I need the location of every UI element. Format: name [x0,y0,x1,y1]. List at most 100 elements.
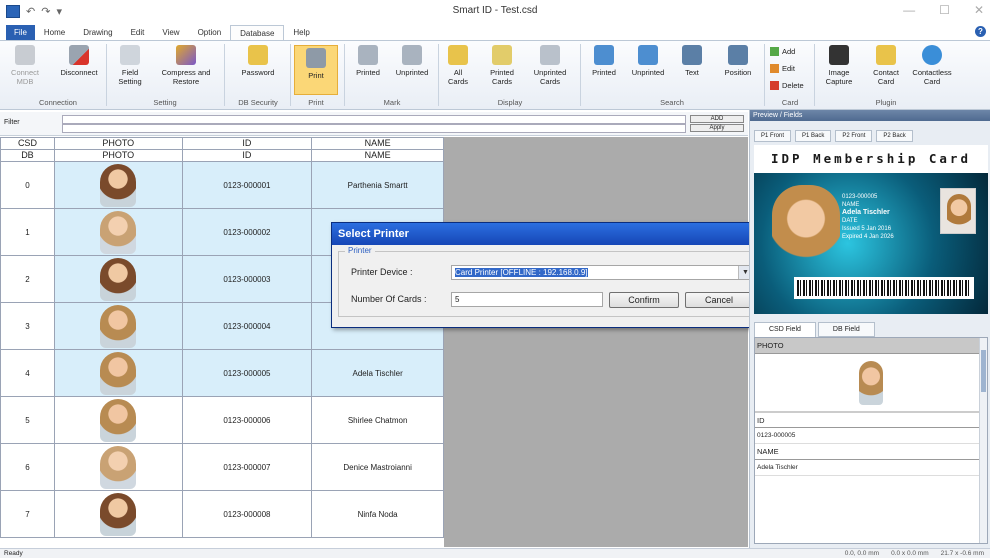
header-photo[interactable]: PHOTO [53,149,183,162]
group-separator [290,44,291,106]
card-body: 0123-000005 NAME Adela Tischler DATE Iss… [754,173,988,314]
card-edit-button[interactable]: Edit [770,64,795,73]
minimize-icon[interactable]: — [903,3,915,17]
table-row[interactable]: 7 0123-000008 Ninfa Noda [0,490,444,538]
tab-view[interactable]: View [153,25,188,40]
tab-p2-back[interactable]: P2 Back [876,130,913,142]
mark-printed-button[interactable]: Printed [350,45,386,77]
photo-cell [53,208,183,256]
maximize-icon[interactable]: ☐ [939,3,950,17]
id-cell: 0123-000008 [181,490,313,538]
printer-device-value: Card Printer [OFFLINE : 192.168.0.9] [455,268,588,277]
tab-p1-back[interactable]: P1 Back [795,130,832,142]
contact-card-button[interactable]: Contact Card [866,45,906,86]
header-id[interactable]: ID [181,137,313,150]
card-add-button[interactable]: Add [770,47,795,56]
field-photo-header[interactable]: PHOTO [755,338,987,354]
search-unprinted-button[interactable]: Unprinted [626,45,670,77]
tab-p1-front[interactable]: P1 Front [754,130,792,142]
header-name[interactable]: NAME [311,137,444,150]
disconnect-button[interactable]: Disconnect [56,45,102,77]
header-id[interactable]: ID [181,149,313,162]
printer-group-legend: Printer [345,246,375,255]
field-id-header[interactable]: ID [755,412,987,428]
field-list-scrollbar[interactable] [979,338,987,543]
table-row-selected[interactable]: 4 0123-000005 Adela Tischler [0,349,444,397]
field-id-value[interactable]: 0123-000005 [755,428,987,444]
group-label-connection: Connection [39,98,77,107]
search-position-icon [728,45,748,65]
table-row[interactable]: 6 0123-000007 Denice Mastroianni [0,443,444,491]
contactless-card-button[interactable]: Contactless Card [910,45,954,86]
header-photo[interactable]: PHOTO [53,137,183,150]
database-connect-icon [15,45,35,65]
table-row[interactable]: 5 0123-000006 Shirlee Chatmon [0,396,444,444]
card-delete-button[interactable]: Delete [770,81,804,90]
field-name-value[interactable]: Adela Tischler [755,460,987,476]
header-db[interactable]: DB [0,149,55,162]
search-printed-button[interactable]: Printed [586,45,622,77]
cancel-button[interactable]: Cancel [685,292,753,308]
id-cell: 0123-000007 [181,443,313,491]
tab-database[interactable]: Database [230,25,285,40]
compress-restore-button[interactable]: Compress and Restore [156,45,216,86]
all-cards-button[interactable]: All Cards [444,45,472,86]
group-separator [814,44,815,106]
portrait-photo [100,445,137,489]
help-icon[interactable]: ? [975,26,986,37]
table-row[interactable]: 0 0123-000001 Parthenia Smartt [0,161,444,209]
card-id: 0123-000005 [842,194,878,200]
status-bar: Ready 0.0, 0.0 mm 0.0 x 0.0 mm 21.7 x -0… [0,548,990,558]
card-barcode [794,277,974,299]
number-of-cards-input[interactable]: 5 [451,292,603,307]
card-header: IDP Membership Card [754,145,988,173]
photo-cell [53,161,183,209]
print-button[interactable]: Print [294,45,338,95]
header-name[interactable]: NAME [311,149,444,162]
name-cell: Denice Mastroianni [311,443,444,491]
id-cell: 0123-000003 [181,255,313,303]
unprinted-cards-button[interactable]: Unprinted Cards [528,45,572,86]
printer-device-select[interactable]: Card Printer [OFFLINE : 192.168.0.9] ▼ [451,265,753,280]
photo-cell [53,443,183,491]
search-text-button[interactable]: Text [676,45,708,77]
tab-db-field[interactable]: DB Field [817,322,875,337]
group-separator [764,44,765,106]
image-capture-button[interactable]: Image Capture [818,45,860,86]
printed-cards-button[interactable]: Printed Cards [484,45,520,86]
scrollbar-thumb[interactable] [981,350,986,392]
id-cell: 0123-000002 [181,208,313,256]
filter-expression-input[interactable] [62,124,686,133]
field-setting-button[interactable]: Field Setting [112,45,148,86]
group-label-card: Card [781,98,799,107]
field-name-header[interactable]: NAME [755,444,987,460]
group-label-search: Search [660,98,684,107]
row-index: 0 [0,161,55,209]
tab-help[interactable]: Help [284,25,318,40]
tab-edit[interactable]: Edit [122,25,154,40]
connect-mdb-button[interactable]: Connect MDB [8,45,42,86]
card-portrait [772,185,840,269]
portrait-photo [100,398,137,442]
window-controls: — ☐ ✕ [903,3,984,17]
filter-apply-button[interactable]: Apply [690,124,744,132]
header-csd[interactable]: CSD [0,137,55,150]
tab-p2-front[interactable]: P2 Front [835,130,873,142]
tab-drawing[interactable]: Drawing [74,25,121,40]
group-label-setting: Setting [153,98,177,107]
search-position-button[interactable]: Position [718,45,758,77]
filter-add-button[interactable]: ADD [690,115,744,123]
group-separator [224,44,225,106]
mark-unprinted-button[interactable]: Unprinted [392,45,432,77]
group-separator [438,44,439,106]
close-icon[interactable]: ✕ [974,3,984,17]
tab-file[interactable]: File [6,25,35,40]
delete-icon [770,81,779,90]
tab-home[interactable]: Home [35,25,74,40]
tab-option[interactable]: Option [189,25,231,40]
filter-input[interactable] [62,115,686,124]
menu-tabs: File Home Drawing Edit View Option Datab… [0,24,990,40]
confirm-button[interactable]: Confirm [609,292,679,308]
tab-csd-field[interactable]: CSD Field [754,322,816,337]
password-button[interactable]: Password [236,45,280,77]
